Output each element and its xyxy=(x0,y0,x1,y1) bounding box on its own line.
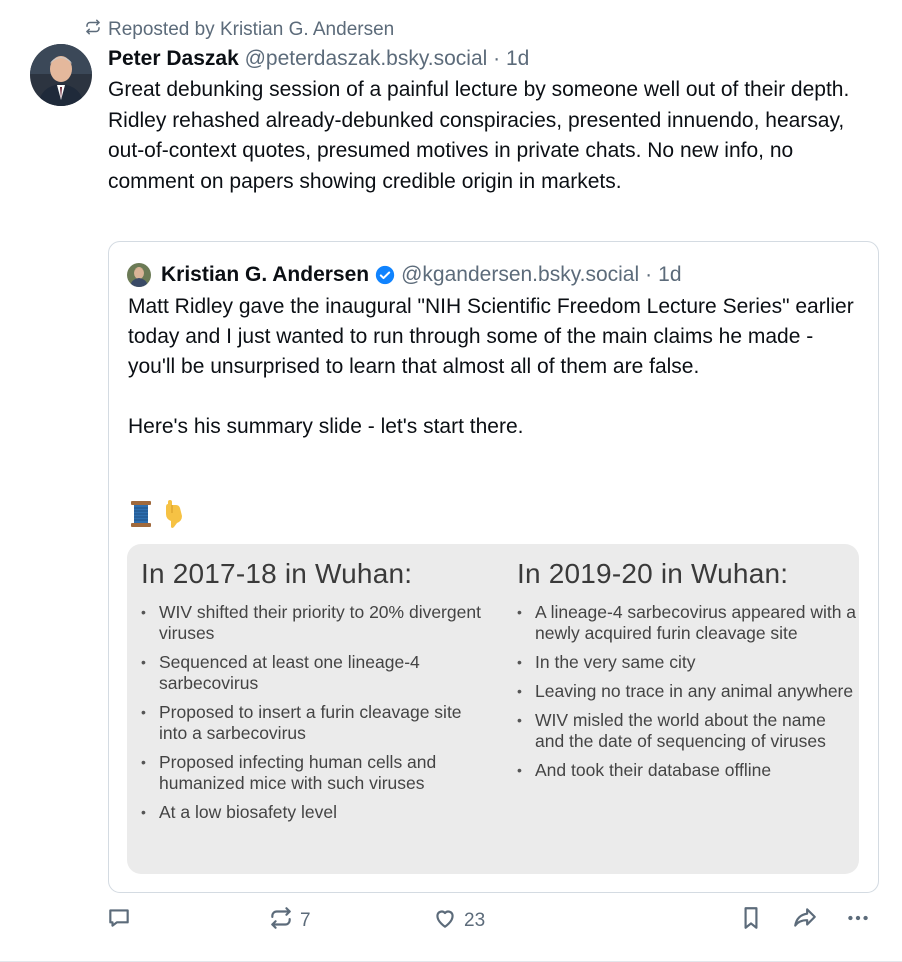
quoted-post-header: Kristian G. Andersen @kgandersen.bsky.so… xyxy=(127,261,682,289)
thread-spool-emoji xyxy=(128,499,154,534)
slide-left-title: In 2017-18 in Wuhan: xyxy=(141,558,413,589)
quoted-header-separator: · xyxy=(645,263,653,286)
post-timestamp[interactable]: 1d xyxy=(506,47,529,70)
slide-left-item: Proposed infecting human cells and human… xyxy=(141,752,481,794)
post-text: Great debunking session of a painful lec… xyxy=(108,78,850,193)
header-separator: · xyxy=(493,47,501,70)
feed-post[interactable]: Reposted by Kristian G. Andersen Peter D… xyxy=(0,0,902,962)
quoted-paragraph-2: Here's his summary slide - let's start t… xyxy=(128,415,524,438)
slide-right-item: In the very same city xyxy=(517,652,857,673)
slide-left-column: In 2017-18 in Wuhan: WIV shifted their p… xyxy=(141,558,481,831)
more-icon xyxy=(845,905,871,937)
post-actions: 7 23 xyxy=(0,905,902,945)
slide-right-item: WIV misled the world about the name and … xyxy=(517,710,857,752)
slide-left-item: At a low biosafety level xyxy=(141,802,481,823)
author-name[interactable]: Peter Daszak xyxy=(108,47,239,70)
slide-left-item: Proposed to insert a furin cleavage site… xyxy=(141,702,481,744)
repost-icon xyxy=(84,18,102,42)
reply-button[interactable] xyxy=(106,905,132,937)
heart-icon xyxy=(432,905,458,937)
author-avatar[interactable] xyxy=(30,44,92,106)
verified-badge-icon xyxy=(375,265,395,285)
repost-button[interactable]: 7 xyxy=(268,905,311,937)
bookmark-icon xyxy=(738,905,764,937)
more-options-button[interactable] xyxy=(845,905,871,937)
quoted-post-text: Matt Ridley gave the inaugural "NIH Scie… xyxy=(128,292,858,442)
quoted-paragraph-1: Matt Ridley gave the inaugural "NIH Scie… xyxy=(128,295,854,378)
slide-right-title: In 2019-20 in Wuhan: xyxy=(517,558,789,589)
slide-left-item: WIV shifted their priority to 20% diverg… xyxy=(141,602,481,644)
repost-count: 7 xyxy=(300,910,311,931)
summary-slide-image[interactable]: In 2017-18 in Wuhan: WIV shifted their p… xyxy=(127,544,859,874)
quoted-post-timestamp[interactable]: 1d xyxy=(658,261,681,289)
reply-icon xyxy=(106,905,132,937)
share-button[interactable] xyxy=(792,905,818,937)
quoted-post[interactable]: Kristian G. Andersen @kgandersen.bsky.so… xyxy=(108,241,879,893)
slide-right-item: And took their database offline xyxy=(517,760,857,781)
repost-icon xyxy=(268,905,294,937)
repost-indicator[interactable]: Reposted by Kristian G. Andersen xyxy=(84,18,394,42)
quoted-author-handle[interactable]: @kgandersen.bsky.social xyxy=(401,261,639,289)
pointing-down-emoji xyxy=(160,499,186,534)
share-icon xyxy=(792,905,818,937)
emoji-row xyxy=(128,499,186,534)
post-header: Peter Daszak @peterdaszak.bsky.social · … xyxy=(108,45,529,73)
repost-label: Reposted by Kristian G. Andersen xyxy=(108,19,395,40)
slide-right-column: In 2019-20 in Wuhan: A lineage-4 sarbeco… xyxy=(517,558,857,789)
author-handle[interactable]: @peterdaszak.bsky.social xyxy=(245,47,488,70)
slide-left-item: Sequenced at least one lineage-4 sarbeco… xyxy=(141,652,481,694)
like-count: 23 xyxy=(464,910,486,931)
like-button[interactable]: 23 xyxy=(432,905,485,937)
bookmark-button[interactable] xyxy=(738,905,764,937)
slide-right-item: Leaving no trace in any animal anywhere xyxy=(517,681,857,702)
slide-right-item: A lineage-4 sarbecovirus appeared with a… xyxy=(517,602,857,644)
quoted-author-name[interactable]: Kristian G. Andersen xyxy=(161,261,369,289)
quoted-author-avatar[interactable] xyxy=(127,263,151,287)
